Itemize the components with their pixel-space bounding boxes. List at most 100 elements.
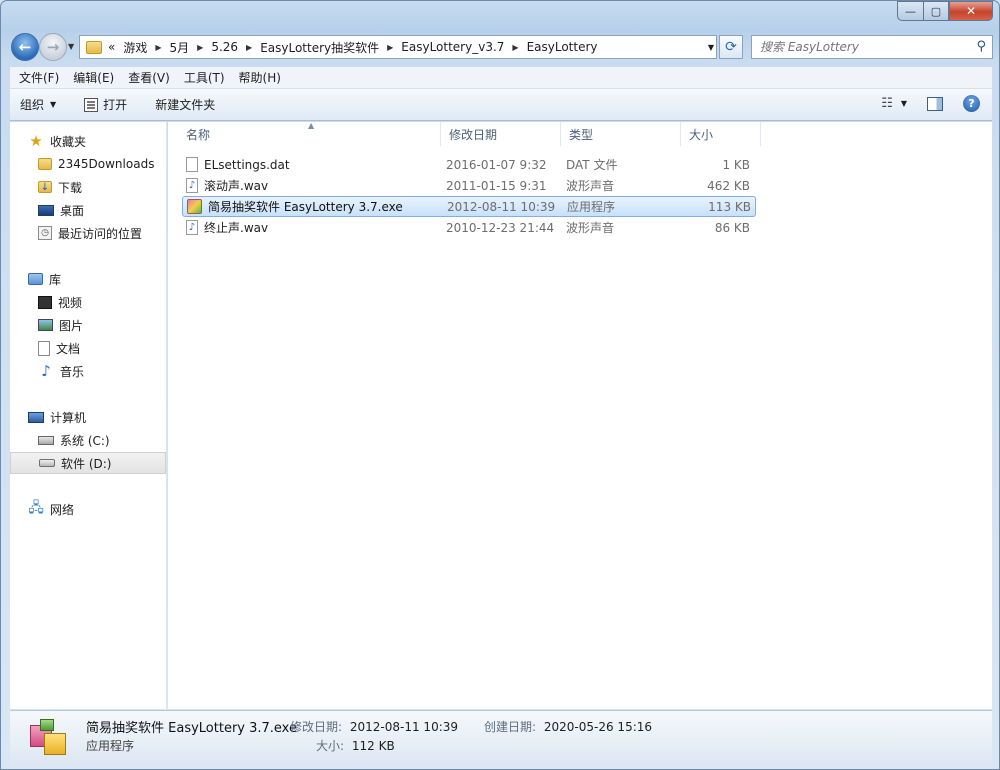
sidebar-item-downloads[interactable]: ↓ 下载: [10, 176, 166, 198]
address-bar[interactable]: « 游戏 ▶ 5月 ▶ 5.26 ▶ EasyLottery抽奖软件 ▶ Eas…: [79, 35, 717, 59]
sidebar-item-label: 音乐: [60, 364, 85, 379]
menu-file[interactable]: 文件(F): [12, 69, 66, 86]
details-file-type: 应用程序: [86, 739, 135, 753]
change-view-icon[interactable]: ☷: [881, 96, 893, 111]
navigation-pane: ★ 收藏夹 2345Downloads ↓ 下载 桌面 ◷ 最近访问的位置 库 …: [10, 122, 167, 709]
sidebar-item-2345downloads[interactable]: 2345Downloads: [10, 153, 166, 175]
file-row[interactable]: ♪ 终止声.wav 2010-12-23 21:44 波形声音 86 KB: [182, 217, 756, 238]
recent-pages-dropdown[interactable]: ▼: [68, 42, 74, 51]
file-type: 应用程序: [567, 200, 616, 214]
details-created-value: 2020-05-26 15:16: [543, 720, 653, 734]
refresh-icon: ⟳: [725, 39, 737, 55]
star-icon: ★: [29, 132, 43, 150]
sidebar-item-label: 收藏夹: [50, 134, 87, 149]
column-header-date[interactable]: 修改日期: [441, 122, 561, 146]
application-icon: [30, 719, 68, 757]
breadcrumb-overflow[interactable]: «: [108, 40, 115, 54]
column-header-name[interactable]: 名称 ▲: [178, 121, 441, 146]
breadcrumb-item[interactable]: EasyLottery抽奖软件: [260, 39, 379, 56]
library-icon: [28, 273, 43, 285]
sidebar-item-documents[interactable]: 文档: [10, 337, 166, 359]
maximize-button[interactable]: ▢: [923, 1, 949, 21]
breadcrumb-item[interactable]: EasyLottery: [527, 40, 598, 54]
back-button[interactable]: ←: [11, 33, 39, 61]
sidebar-item-recent-places[interactable]: ◷ 最近访问的位置: [10, 222, 166, 244]
sidebar-item-videos[interactable]: 视频: [10, 291, 166, 313]
menu-view[interactable]: 查看(V): [121, 69, 177, 86]
address-dropdown-icon[interactable]: ▼: [708, 43, 714, 52]
new-folder-button[interactable]: 新建文件夹: [155, 96, 215, 113]
preview-pane-icon[interactable]: [927, 96, 943, 111]
sidebar-item-label: 视频: [58, 295, 83, 310]
details-size-value: 112 KB: [351, 739, 395, 753]
menu-tools[interactable]: 工具(T): [177, 69, 232, 86]
column-label: 大小: [689, 127, 714, 142]
navigation-row: ← → ▼ « 游戏 ▶ 5月 ▶ 5.26 ▶ EasyLottery抽奖软件…: [9, 31, 993, 61]
command-bar-right: ☷ ▼ ?: [881, 95, 980, 112]
file-name: ELsettings.dat: [204, 157, 290, 172]
sidebar-item-label: 库: [49, 272, 62, 287]
wav-icon: ♪: [186, 178, 198, 193]
column-header-type[interactable]: 类型: [561, 122, 681, 146]
sidebar-item-label: 最近访问的位置: [58, 226, 143, 241]
drive-icon: [39, 459, 55, 467]
file-row[interactable]: ♪ 滚动声.wav 2011-01-15 9:31 波形声音 462 KB: [182, 175, 756, 196]
file-date: 2010-12-23 21:44: [446, 220, 555, 235]
breadcrumb-item[interactable]: EasyLottery_v3.7: [401, 40, 504, 54]
exe-icon: [187, 199, 202, 214]
column-header-size[interactable]: 大小: [681, 122, 761, 146]
sidebar-item-drive-c[interactable]: 系统 (C:): [10, 429, 166, 451]
search-box[interactable]: ⚲: [751, 35, 993, 59]
sidebar-item-drive-d[interactable]: 软件 (D:): [10, 452, 166, 474]
network-icon: 🖧: [28, 500, 44, 516]
downloads-folder-icon: ↓: [38, 181, 52, 193]
help-icon[interactable]: ?: [963, 95, 980, 112]
details-modified: 修改日期: 2012-08-11 10:39: [290, 718, 458, 735]
breadcrumb-separator-icon[interactable]: ▶: [197, 43, 203, 52]
organize-button[interactable]: 组织 ▼: [20, 96, 56, 113]
breadcrumb-separator-icon[interactable]: ▶: [387, 43, 393, 52]
details-size-label: 大小:: [316, 739, 345, 753]
view-options-dropdown-icon[interactable]: ▼: [901, 99, 907, 108]
sidebar-favorites[interactable]: ★ 收藏夹: [10, 130, 166, 152]
details-created-label: 创建日期:: [484, 720, 537, 734]
sort-ascending-icon: ▲: [308, 121, 315, 130]
file-size: 86 KB: [714, 220, 750, 235]
command-bar: 组织 ▼ 打开 新建文件夹 ☷ ▼ ?: [10, 89, 992, 121]
refresh-button[interactable]: ⟳: [719, 35, 743, 59]
file-name: 简易抽奖软件 EasyLottery 3.7.exe: [208, 200, 403, 214]
file-name: 滚动声.wav: [204, 179, 269, 193]
breadcrumb-separator-icon[interactable]: ▶: [246, 43, 252, 52]
file-row-selected[interactable]: 简易抽奖软件 EasyLottery 3.7.exe 2012-08-11 10…: [182, 196, 756, 217]
sidebar-computer[interactable]: 计算机: [10, 406, 166, 428]
file-row[interactable]: ELsettings.dat 2016-01-07 9:32 DAT 文件 1 …: [182, 154, 756, 175]
breadcrumb-separator-icon[interactable]: ▶: [155, 43, 161, 52]
forward-button[interactable]: →: [39, 33, 67, 61]
sidebar-item-label: 桌面: [60, 203, 85, 218]
file-date: 2016-01-07 9:32: [446, 157, 547, 172]
open-button[interactable]: 打开: [84, 96, 127, 113]
sidebar-item-desktop[interactable]: 桌面: [10, 199, 166, 221]
sidebar-network[interactable]: 🖧 网络: [10, 498, 166, 520]
search-icon[interactable]: ⚲: [976, 39, 986, 54]
breadcrumb-item[interactable]: 5月: [170, 39, 190, 56]
column-header-row: 名称 ▲ 修改日期 类型 大小: [178, 121, 761, 146]
breadcrumb-item[interactable]: 游戏: [123, 39, 147, 56]
sidebar-item-music[interactable]: ♪ 音乐: [10, 360, 166, 382]
menu-help[interactable]: 帮助(H): [232, 69, 288, 86]
search-input[interactable]: [760, 40, 960, 54]
details-modified-label: 修改日期:: [290, 720, 343, 734]
minimize-button[interactable]: —: [897, 1, 923, 21]
file-date: 2011-01-15 9:31: [446, 178, 547, 193]
details-created: 创建日期: 2020-05-26 15:16: [484, 718, 652, 735]
new-folder-label: 新建文件夹: [155, 98, 216, 112]
details-pane: 简易抽奖软件 EasyLottery 3.7.exe 应用程序 修改日期: 20…: [10, 710, 992, 766]
sidebar-item-pictures[interactable]: 图片: [10, 314, 166, 336]
menu-edit[interactable]: 编辑(E): [66, 69, 121, 86]
close-button[interactable]: ✕: [949, 1, 993, 21]
breadcrumb-item[interactable]: 5.26: [211, 40, 238, 54]
sidebar-item-label: 系统 (C:): [60, 433, 110, 448]
sidebar-libraries[interactable]: 库: [10, 268, 166, 290]
breadcrumb-separator-icon[interactable]: ▶: [512, 43, 518, 52]
column-label: 类型: [569, 127, 594, 142]
